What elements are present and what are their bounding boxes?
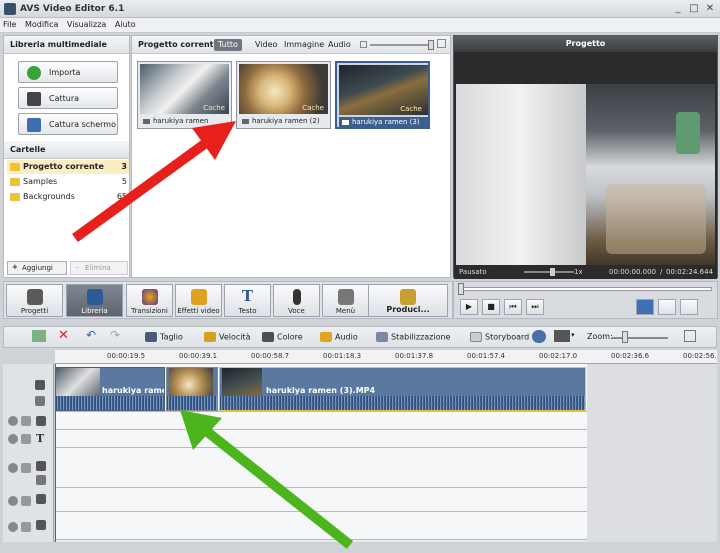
red-arrow (72, 121, 236, 243)
green-arrow (180, 410, 354, 549)
annotation-arrows (72, 121, 354, 549)
